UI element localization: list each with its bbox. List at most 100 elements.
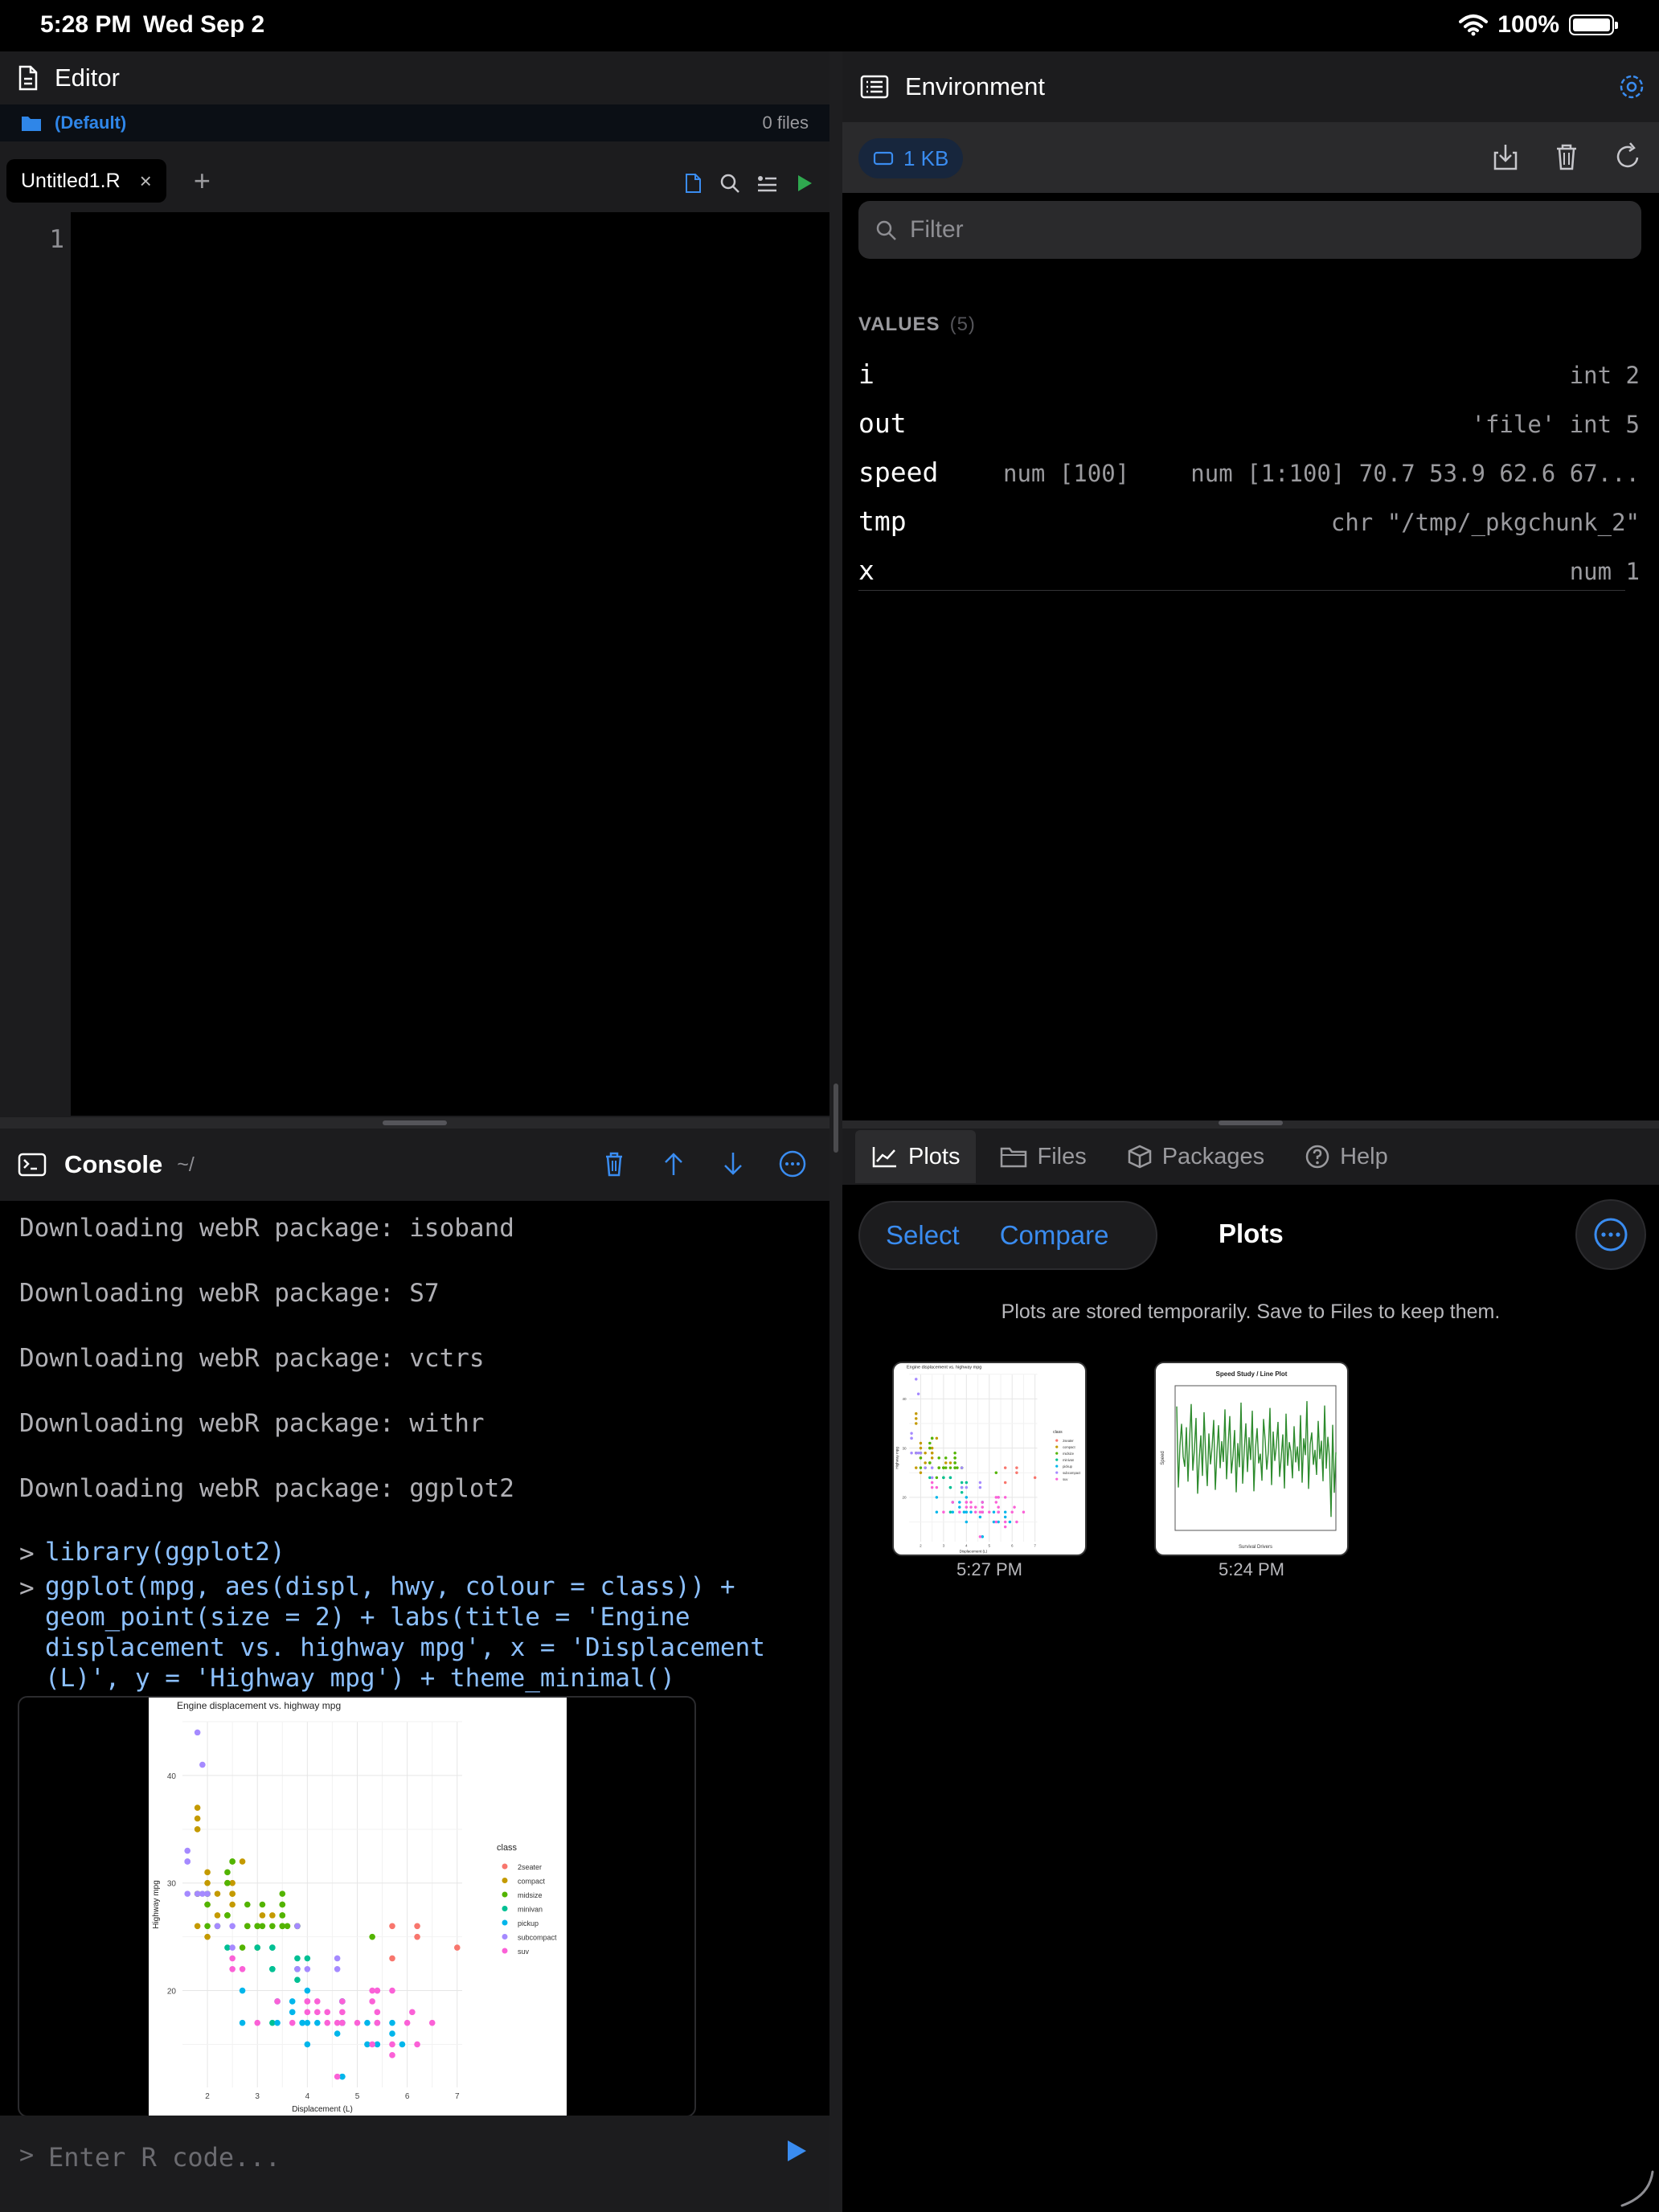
env-row-i[interactable]: i int 2 <box>858 350 1641 399</box>
data-point <box>981 1501 984 1504</box>
env-var-value: num 1 <box>1569 558 1640 585</box>
data-point <box>930 1456 934 1460</box>
data-point <box>960 1481 964 1485</box>
plot-thumbnail[interactable]: 2 3 4 5 6 7 20 30 40 Engine displacement vs. high… <box>892 1362 1087 1556</box>
tab-files[interactable]: Files <box>984 1130 1102 1183</box>
run-icon[interactable] <box>791 170 817 196</box>
data-point <box>973 1510 977 1514</box>
compare-button[interactable]: Compare <box>985 1220 1135 1251</box>
env-var-value: chr "/tmp/_pkgchunk_2" <box>1330 509 1640 536</box>
legend-marker <box>502 1863 508 1870</box>
x-tick-label: 2 <box>920 1543 922 1547</box>
more-button[interactable] <box>1575 1199 1646 1270</box>
status-bar: 5:28 PM Wed Sep 2 100% <box>0 0 1659 51</box>
editor-console-splitter[interactable] <box>0 1117 830 1129</box>
project-bar[interactable]: (Default) 0 files <box>0 104 830 141</box>
data-point <box>334 1965 341 1972</box>
env-row-speed[interactable]: speed num [100] num [1:100] 70.7 53.9 62… <box>858 449 1641 497</box>
project-name[interactable]: (Default) <box>55 113 126 133</box>
tab-plots[interactable]: Plots <box>855 1130 977 1183</box>
splitter-grip[interactable] <box>383 1120 447 1125</box>
send-icon[interactable] <box>781 2136 810 2165</box>
data-point <box>965 1520 969 1524</box>
data-point <box>1010 1510 1014 1514</box>
data-point <box>978 1535 982 1538</box>
data-point <box>915 1422 918 1425</box>
data-point <box>919 1471 923 1474</box>
x-tick-label: 6 <box>405 2092 410 2101</box>
tab-untitled1[interactable]: Untitled1.R × <box>6 159 166 203</box>
env-row-x[interactable]: x num 1 <box>858 547 1641 595</box>
console-log-line: Downloading webR package: S7 <box>19 1279 440 1308</box>
pane-tab-bar: Plots Files Packages Help <box>842 1129 1659 1185</box>
tab-help[interactable]: Help <box>1288 1130 1404 1183</box>
code-editor[interactable]: 1 <box>0 212 830 1116</box>
terminal-icon <box>18 1153 47 1177</box>
console-pane: Console ~/ Downloading webR package: iso… <box>0 1129 830 2212</box>
data-point <box>304 1987 311 1994</box>
data-point <box>204 1879 211 1886</box>
console-scatter-plot[interactable]: 2 3 4 5 6 7 20 30 40 Engine displacement vs. high… <box>149 1698 567 2116</box>
legend-label: pickup <box>1063 1464 1073 1469</box>
gear-icon[interactable] <box>1616 71 1648 103</box>
x-tick-label: 7 <box>455 2092 460 2101</box>
data-point <box>354 2019 361 2026</box>
data-point <box>935 1436 939 1440</box>
arrow-down-icon[interactable] <box>717 1148 749 1180</box>
data-point <box>965 1481 969 1485</box>
data-point <box>304 1965 311 1972</box>
env-row-tmp[interactable]: tmp chr "/tmp/_pkgchunk_2" <box>858 498 1641 546</box>
select-button[interactable]: Select <box>860 1220 985 1251</box>
trash-icon[interactable] <box>1548 138 1585 175</box>
data-point <box>997 1510 1000 1514</box>
search-icon[interactable] <box>717 170 743 196</box>
splitter-grip[interactable] <box>1219 1120 1283 1125</box>
filter-field[interactable] <box>858 201 1641 259</box>
format-list-icon[interactable] <box>754 170 780 196</box>
data-point <box>960 1485 964 1489</box>
legend-label: midsize <box>1063 1452 1075 1456</box>
plot-thumbnail[interactable]: Speed Study / Line Plot Survival Drivers S… <box>1154 1362 1349 1556</box>
new-file-icon[interactable] <box>680 170 706 196</box>
import-icon[interactable] <box>1487 138 1524 175</box>
data-point <box>294 1976 301 1983</box>
series-line <box>1176 1401 1337 1518</box>
y-tick-label: 20 <box>167 1988 177 1997</box>
data-point <box>930 1476 934 1480</box>
plots-storage-note: Plots are stored temporarily. Save to Fi… <box>1001 1301 1501 1323</box>
legend-marker <box>1055 1445 1059 1448</box>
x-tick-label: 5 <box>355 2092 360 2101</box>
data-point <box>942 1476 945 1480</box>
data-point <box>978 1510 982 1514</box>
tab-label: Help <box>1340 1143 1388 1169</box>
data-point <box>916 1451 920 1455</box>
data-point <box>428 2019 436 2026</box>
data-point <box>294 1923 301 1930</box>
data-point <box>304 2019 311 2026</box>
legend-marker <box>1055 1471 1059 1474</box>
x-axis-label: Displacement (L) <box>960 1550 988 1554</box>
more-icon[interactable] <box>776 1148 809 1180</box>
data-point <box>184 1890 191 1897</box>
refresh-icon[interactable] <box>1609 138 1646 175</box>
filter-input[interactable] <box>910 212 1617 248</box>
environment-pane: Environment 1 KB Filter VALUES (5) i int… <box>842 51 1659 1120</box>
data-point <box>204 1901 211 1908</box>
console-plot-output[interactable]: 2 3 4 5 6 7 20 30 40 Engine displacement vs. high… <box>18 1696 696 2117</box>
close-icon[interactable]: × <box>140 169 152 194</box>
tab-packages[interactable]: Packages <box>1111 1130 1280 1183</box>
folder-icon <box>1001 1147 1027 1168</box>
files-count: 0 files <box>762 113 809 133</box>
trash-icon[interactable] <box>598 1148 630 1180</box>
resize-handle-icon[interactable] <box>1603 2156 1659 2212</box>
data-point <box>239 1987 246 1994</box>
env-var-name: tmp <box>858 506 907 537</box>
chart-title: Engine displacement vs. highway mpg <box>907 1365 981 1370</box>
data-point <box>229 1890 236 1897</box>
env-row-out[interactable]: out 'file' int 5 <box>858 399 1641 448</box>
vertical-splitter-grip[interactable] <box>834 1083 838 1153</box>
data-point <box>935 1496 939 1499</box>
add-tab-button[interactable]: + <box>194 164 211 198</box>
console-input[interactable] <box>48 2138 739 2177</box>
arrow-up-icon[interactable] <box>657 1148 690 1180</box>
